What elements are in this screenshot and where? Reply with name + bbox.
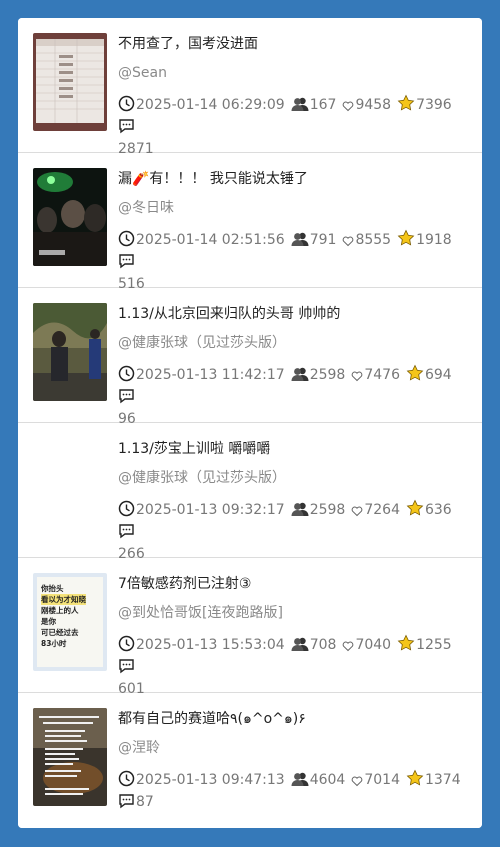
- post-views: 2598: [291, 499, 345, 521]
- post-likes[interactable]: 8555: [342, 229, 391, 251]
- users-icon: [291, 367, 309, 381]
- note-line: 可已经过去: [41, 628, 79, 637]
- comment-icon: [119, 119, 134, 134]
- post-stars[interactable]: 1255: [397, 634, 452, 656]
- post-comment-count: 87: [136, 794, 154, 810]
- post-date: 2025-01-14 06:29:09: [118, 94, 285, 116]
- post-author[interactable]: @涅聆: [118, 738, 160, 758]
- comment-icon: [119, 254, 134, 269]
- comment-icon: [119, 524, 134, 539]
- star-icon: [397, 229, 415, 246]
- comment-icon: [119, 389, 134, 404]
- post-comments[interactable]: 87: [118, 791, 154, 813]
- post-card[interactable]: 你抬头 看以为才知晓 刚楼上的人 是你 可已经过去 83小时 7倍敏感药剂已注射…: [18, 558, 482, 697]
- post-card[interactable]: 1.13/莎宝上训啦 嚼嚼嚼 @健康张球（见过莎头版） 2025-01-13 0…: [18, 423, 482, 562]
- post-thumbnail[interactable]: [33, 708, 107, 806]
- post-meta: 2025-01-13 15:53:04 708 7040 1255 601: [118, 634, 468, 700]
- post-likes[interactable]: 9458: [342, 94, 391, 116]
- clock-icon: [118, 635, 135, 652]
- star-icon: [406, 769, 424, 786]
- post-card[interactable]: 都有自己的赛道哈٩(๑^o^๑)۶ @涅聆 2025-01-13 09:47:1…: [18, 693, 482, 828]
- post-views: 2598: [291, 364, 345, 386]
- post-thumbnail[interactable]: [33, 168, 107, 266]
- post-stars[interactable]: 1374: [406, 769, 461, 791]
- post-thumbnail[interactable]: 你抬头 看以为才知晓 刚楼上的人 是你 可已经过去 83小时: [33, 573, 107, 671]
- post-comments[interactable]: [118, 656, 136, 678]
- post-date: 2025-01-14 02:51:56: [118, 229, 285, 251]
- post-stars[interactable]: 1918: [397, 229, 452, 251]
- post-date: 2025-01-13 15:53:04: [118, 634, 285, 656]
- post-comments[interactable]: [118, 116, 136, 138]
- post-thumbnail[interactable]: [33, 33, 107, 131]
- post-likes[interactable]: 7476: [351, 364, 400, 386]
- heart-icon: [343, 101, 354, 112]
- post-meta: 2025-01-13 11:42:17 2598 7476 694 96: [118, 364, 468, 430]
- post-author[interactable]: @冬日味: [118, 198, 174, 218]
- heart-icon: [352, 371, 363, 382]
- post-title[interactable]: 漏🧨有！！！ 我只能说太锤了: [118, 169, 468, 189]
- post-date: 2025-01-13 11:42:17: [118, 364, 285, 386]
- post-date: 2025-01-13 09:32:17: [118, 499, 285, 521]
- post-views: 4604: [291, 769, 345, 791]
- star-icon: [397, 94, 415, 111]
- post-title[interactable]: 不用查了，国考没进面: [118, 34, 468, 54]
- note-line: 刚楼上的人: [41, 606, 79, 615]
- comment-icon: [119, 659, 134, 674]
- post-stars[interactable]: 636: [406, 499, 452, 521]
- clock-icon: [118, 500, 135, 517]
- post-title[interactable]: 7倍敏感药剂已注射③: [118, 574, 468, 594]
- post-feed: 不用查了，国考没进面 @Sean 2025-01-14 06:29:09 167 9…: [18, 18, 482, 828]
- post-meta: 2025-01-14 06:29:09 167 9458 7396 2871: [118, 94, 468, 160]
- note-line: 你抬头: [41, 584, 64, 593]
- post-views: 708: [291, 634, 336, 656]
- heart-icon: [352, 506, 363, 517]
- heart-icon: [352, 776, 363, 787]
- comment-icon: [119, 794, 134, 809]
- star-icon: [406, 364, 424, 381]
- post-author[interactable]: @Sean: [118, 63, 167, 83]
- post-stars[interactable]: 7396: [397, 94, 452, 116]
- heart-icon: [343, 641, 354, 652]
- clock-icon: [118, 365, 135, 382]
- post-thumbnail[interactable]: [33, 303, 107, 401]
- note-line: 是你: [41, 617, 56, 626]
- post-stars[interactable]: 694: [406, 364, 452, 386]
- post-meta: 2025-01-13 09:47:13 4604 7014 1374 87: [118, 769, 468, 813]
- users-icon: [291, 772, 309, 786]
- post-title[interactable]: 1.13/莎宝上训啦 嚼嚼嚼: [118, 439, 468, 459]
- star-icon: [397, 634, 415, 651]
- post-views: 791: [291, 229, 336, 251]
- post-meta: 2025-01-13 09:32:17 2598 7264 636 266: [118, 499, 468, 565]
- clock-icon: [118, 770, 135, 787]
- post-title[interactable]: 1.13/从北京回来归队的头哥 帅帅的: [118, 304, 468, 324]
- heart-icon: [343, 236, 354, 247]
- users-icon: [291, 232, 309, 246]
- post-card[interactable]: 不用查了，国考没进面 @Sean 2025-01-14 06:29:09 167 9…: [18, 18, 482, 157]
- post-card[interactable]: 1.13/从北京回来归队的头哥 帅帅的 @健康张球（见过莎头版） 2025-01…: [18, 288, 482, 427]
- users-icon: [291, 97, 309, 111]
- post-likes[interactable]: 7264: [351, 499, 400, 521]
- post-title[interactable]: 都有自己的赛道哈٩(๑^o^๑)۶: [118, 709, 468, 729]
- post-comments[interactable]: [118, 521, 136, 543]
- clock-icon: [118, 95, 135, 112]
- clock-icon: [118, 230, 135, 247]
- post-meta: 2025-01-14 02:51:56 791 8555 1918 516: [118, 229, 468, 295]
- users-icon: [291, 502, 309, 516]
- post-views: 167: [291, 94, 336, 116]
- note-line: 看以为才知晓: [41, 594, 86, 605]
- users-icon: [291, 637, 309, 651]
- post-likes[interactable]: 7014: [351, 769, 400, 791]
- post-author[interactable]: @健康张球（见过莎头版）: [118, 468, 286, 488]
- post-likes[interactable]: 7040: [342, 634, 391, 656]
- note-line: 83小时: [41, 639, 67, 648]
- star-icon: [406, 499, 424, 516]
- post-date: 2025-01-13 09:47:13: [118, 769, 285, 791]
- post-author[interactable]: @到处恰哥饭[连夜跑路版]: [118, 603, 283, 623]
- post-comments[interactable]: [118, 251, 136, 273]
- note-image: 你抬头 看以为才知晓 刚楼上的人 是你 可已经过去 83小时: [37, 577, 103, 667]
- post-comments[interactable]: [118, 386, 136, 408]
- post-author[interactable]: @健康张球（见过莎头版）: [118, 333, 286, 353]
- post-card[interactable]: 漏🧨有！！！ 我只能说太锤了 @冬日味 2025-01-14 02:51:56 7…: [18, 153, 482, 292]
